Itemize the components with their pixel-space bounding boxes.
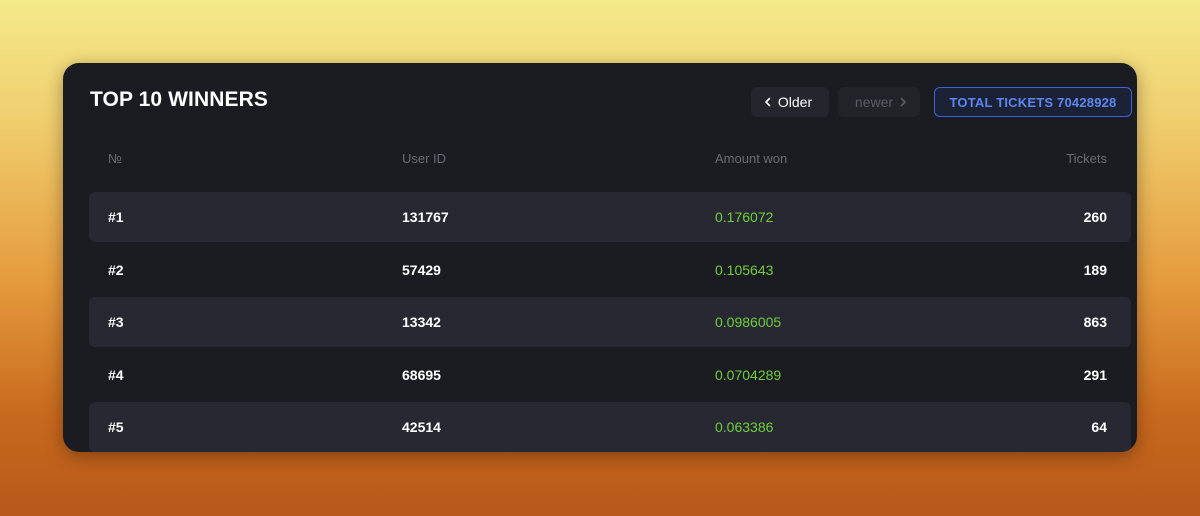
row-user-id: 42514 xyxy=(402,419,441,435)
header-user-id: User ID xyxy=(402,151,447,166)
row-user-id: 57429 xyxy=(402,261,441,278)
newer-button[interactable]: newer xyxy=(838,87,920,117)
header-tickets: Tickets xyxy=(1066,151,1107,166)
older-button-label: Older xyxy=(777,94,813,110)
winners-table-body: #1 131767 0.176072 260 #2 57429 0.105643… xyxy=(89,192,1131,452)
header-amount-won: Amount won xyxy=(715,151,788,166)
row-tickets: 64 xyxy=(1091,419,1107,435)
table-row: #2 57429 0.105643 189 xyxy=(89,245,1131,295)
row-rank: #1 xyxy=(108,209,124,225)
row-tickets: 260 xyxy=(1083,209,1107,225)
table-row: #3 13342 0.0986005 863 xyxy=(89,297,1131,347)
row-rank: #2 xyxy=(108,261,124,278)
row-tickets: 189 xyxy=(1083,261,1107,278)
table-header: № User ID Amount won Tickets xyxy=(89,151,1131,171)
row-user-id: 131767 xyxy=(402,209,449,225)
older-button[interactable]: Older xyxy=(751,87,829,117)
row-amount-won: 0.0986005 xyxy=(715,314,782,330)
row-rank: #3 xyxy=(108,314,124,330)
header-number: № xyxy=(108,151,122,166)
table-row: #5 42514 0.063386 64 xyxy=(89,402,1131,452)
row-amount-won: 0.176072 xyxy=(715,209,774,225)
row-amount-won: 0.0704289 xyxy=(715,366,782,383)
total-tickets-badge[interactable]: TOTAL TICKETS 70428928 xyxy=(934,87,1132,117)
newer-button-label: newer xyxy=(854,94,894,110)
row-rank: #5 xyxy=(108,419,124,435)
table-row: #1 131767 0.176072 260 xyxy=(89,192,1131,242)
table-row: #4 68695 0.0704289 291 xyxy=(89,350,1131,400)
row-tickets: 863 xyxy=(1083,314,1107,330)
chevron-left-icon xyxy=(765,97,771,107)
row-tickets: 291 xyxy=(1083,366,1107,383)
row-amount-won: 0.063386 xyxy=(715,419,774,435)
row-rank: #4 xyxy=(108,366,124,383)
row-user-id: 68695 xyxy=(402,366,441,383)
row-user-id: 13342 xyxy=(402,314,441,330)
chevron-right-icon xyxy=(900,97,906,107)
winners-card: TOP 10 WINNERS Older newer TOTAL TICKETS… xyxy=(63,63,1137,452)
row-amount-won: 0.105643 xyxy=(715,261,774,278)
card-title: TOP 10 WINNERS xyxy=(90,88,269,111)
